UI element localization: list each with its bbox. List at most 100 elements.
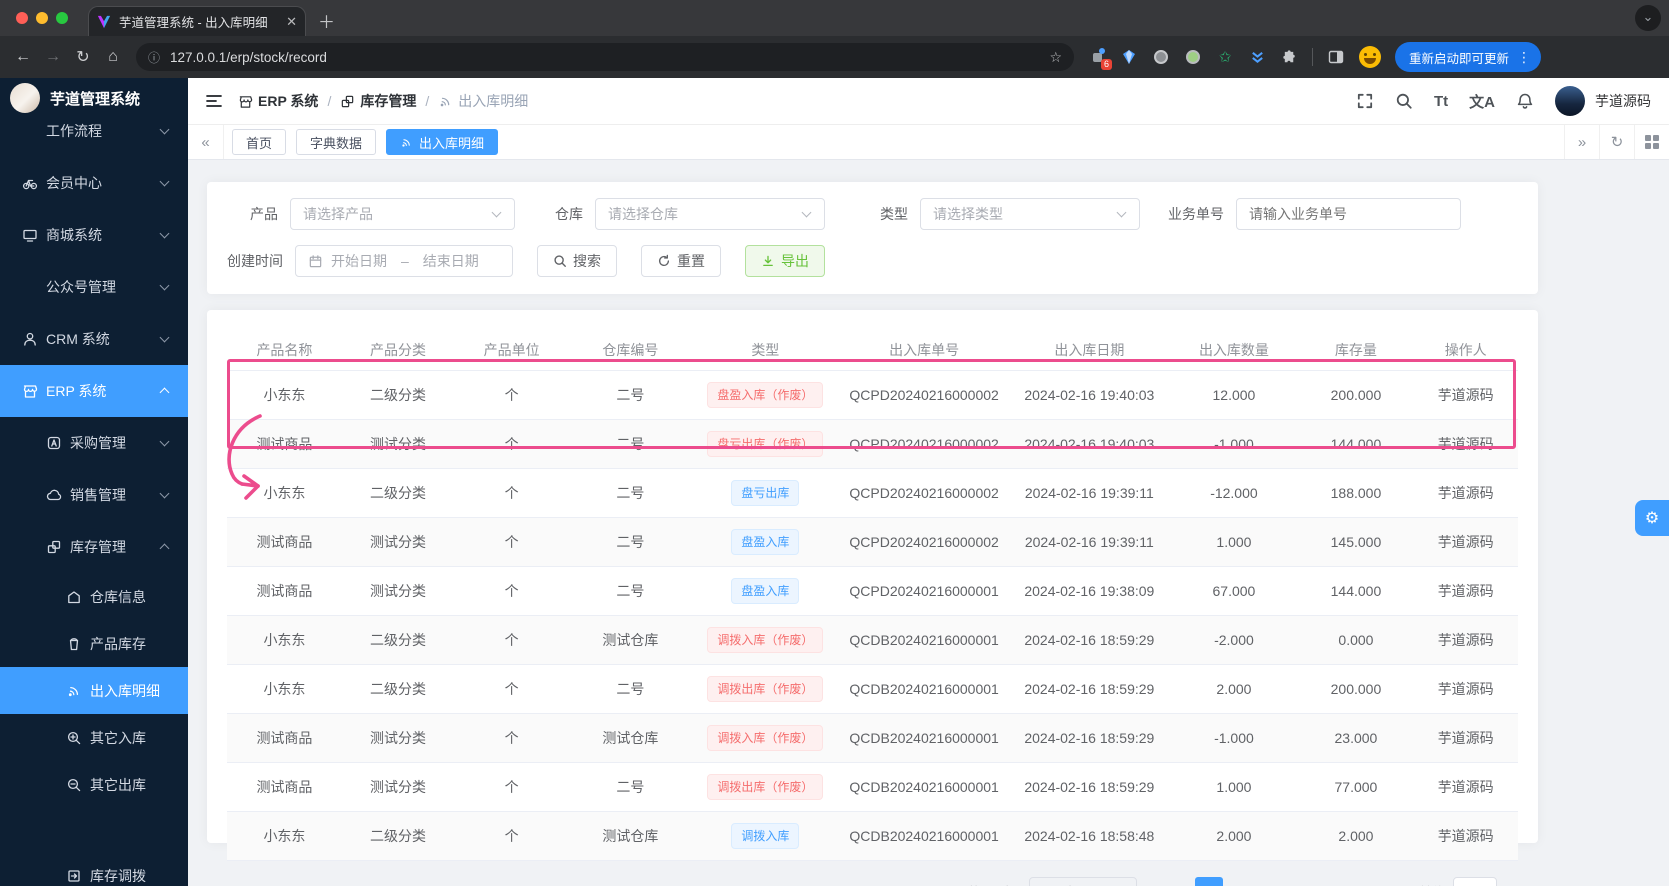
cell-category: 测试分类 [341, 419, 455, 469]
search-button[interactable]: 搜索 [537, 245, 617, 277]
extension-chevrons-icon[interactable] [1248, 48, 1266, 66]
notification-bell-icon[interactable] [1516, 92, 1534, 110]
warehouse-filter-label: 仓库 [555, 206, 583, 222]
page-button-1[interactable]: 1 [1194, 877, 1223, 886]
next-page-button[interactable]: › [1374, 877, 1403, 886]
window-controls[interactable] [16, 12, 68, 24]
purchase-icon [46, 435, 62, 451]
tags-layout-grid-icon[interactable] [1634, 125, 1669, 159]
extension-green-circle-icon[interactable] [1184, 48, 1202, 66]
browser-tab[interactable]: 芋道管理系统 - 出入库明细 ✕ [88, 6, 306, 36]
type-badge: 调拨入库 [731, 823, 800, 849]
gear-icon: ⚙ [1644, 510, 1660, 527]
sidebar-item-仓库信息[interactable]: 仓库信息 [0, 573, 188, 620]
home-icon[interactable]: ⌂ [98, 48, 128, 66]
forward-icon[interactable]: → [38, 48, 68, 66]
page-button-3[interactable]: 3 [1266, 877, 1295, 886]
url-text: 127.0.0.1/erp/stock/record [170, 49, 327, 65]
cell-type: 盘亏出库 [691, 468, 839, 518]
font-size-icon[interactable]: Tt [1434, 93, 1448, 110]
sidebar-item-公众号管理[interactable]: 公众号管理 [0, 261, 188, 313]
extension-kite-icon[interactable] [1120, 48, 1138, 66]
record-icon [66, 683, 82, 699]
browser-menu-kebab-icon[interactable]: ⋮ [1517, 49, 1531, 66]
side-panel-icon[interactable] [1327, 48, 1345, 66]
warehouse-select[interactable]: 请选择仓库 [595, 198, 825, 230]
cell-type: 盘盈入库（作废） [691, 370, 839, 420]
profile-avatar[interactable] [1359, 46, 1381, 68]
sidebar-item-label: 其它出库 [90, 776, 146, 793]
sidebar-item-产品库存[interactable]: 产品库存 [0, 620, 188, 667]
bizno-input[interactable] [1236, 198, 1461, 230]
sidebar-item-出入库明细[interactable]: 出入库明细 [0, 667, 188, 714]
sidebar-item-库存管理[interactable]: 库存管理 [0, 521, 188, 573]
breadcrumb-item[interactable]: 库存管理 [340, 91, 416, 111]
site-info-icon[interactable]: ⓘ [148, 49, 160, 66]
back-icon[interactable]: ← [8, 48, 38, 66]
cell-order_no: QCPD20240216000002 [838, 370, 1010, 420]
stock-record-table-panel: 产品名称 产品分类 产品单位 仓库编号 类型 出入库单号 出入库日期 出入库数量 库存量 操作人 … [207, 310, 1538, 886]
extension-green-star-icon[interactable]: ✩ [1216, 48, 1234, 66]
prev-page-button[interactable]: ‹ [1158, 877, 1187, 886]
sidebar-item-其它出库[interactable]: 其它出库 [0, 761, 188, 808]
sidebar-item-销售管理[interactable]: 销售管理 [0, 469, 188, 521]
page-button-4[interactable]: 4 [1302, 877, 1331, 886]
cell-qty: 2.000 [1169, 811, 1299, 861]
reset-button[interactable]: 重置 [641, 245, 721, 277]
bookmark-star-icon[interactable]: ☆ [1049, 49, 1062, 66]
icon-placeholder [22, 279, 38, 295]
export-button[interactable]: 导出 [745, 245, 825, 277]
column-header: 出入库单号 [838, 330, 1010, 371]
fullscreen-icon[interactable] [1356, 92, 1374, 110]
language-icon[interactable]: 文A [1469, 91, 1495, 112]
crm-icon [22, 331, 38, 347]
sidebar-item-会员中心[interactable]: 会员中心 [0, 157, 188, 209]
sidebar-item-商城系统[interactable]: 商城系统 [0, 209, 188, 261]
cell-unit: 个 [454, 811, 570, 861]
cell-date: 2024-02-16 19:40:03 [1009, 419, 1170, 469]
sidebar-item-CRM 系统[interactable]: CRM 系统 [0, 313, 188, 365]
tag-tab-字典数据[interactable]: 字典数据 [296, 129, 377, 155]
settings-gear-button[interactable]: ⚙ [1635, 500, 1669, 536]
sidebar-item-采购管理[interactable]: 采购管理 [0, 417, 188, 469]
cell-product: 测试商品 [227, 566, 342, 616]
product-select[interactable]: 请选择产品 [290, 198, 515, 230]
stock-in-icon [66, 730, 82, 746]
window-minimize-button[interactable] [36, 12, 48, 24]
sidebar-item-库存调拨[interactable]: 库存调拨 [0, 852, 188, 886]
extension-gray-circle-icon[interactable] [1152, 48, 1170, 66]
type-select[interactable]: 请选择类型 [920, 198, 1140, 230]
tags-scroll-right-icon[interactable]: » [1564, 125, 1599, 159]
tab-close-icon[interactable]: ✕ [286, 14, 297, 30]
breadcrumb-item[interactable]: ERP 系统 [238, 91, 318, 111]
cell-order_no: QCPD20240216000002 [838, 517, 1010, 567]
tag-tab-出入库明细[interactable]: 出入库明细 [386, 129, 499, 155]
cell-product: 测试商品 [227, 713, 342, 763]
username[interactable]: 芋道源码 [1595, 91, 1651, 111]
address-bar[interactable]: ⓘ 127.0.0.1/erp/stock/record ☆ [136, 43, 1074, 71]
cell-order_no: QCDB20240216000001 [838, 811, 1010, 861]
tag-tab-首页[interactable]: 首页 [232, 129, 287, 155]
collapse-menu-icon[interactable] [204, 91, 224, 111]
tab-search-chevron-icon[interactable]: ⌄ [1635, 5, 1661, 31]
sidebar-item-其它入库[interactable]: 其它入库 [0, 714, 188, 761]
page-size-select[interactable]: 10条/页 [1028, 877, 1137, 886]
page-button-5[interactable]: 5 [1338, 877, 1367, 886]
page-button-2[interactable]: 2 [1230, 877, 1259, 886]
tags-scroll-left-icon[interactable]: « [188, 125, 224, 159]
app-logo[interactable]: 芋道管理系统 [0, 78, 188, 118]
sidebar-item-ERP 系统[interactable]: ERP 系统 [0, 365, 188, 417]
tags-refresh-icon[interactable]: ↻ [1599, 125, 1634, 159]
reload-icon[interactable]: ↻ [68, 47, 98, 67]
search-icon[interactable] [1395, 92, 1413, 110]
window-zoom-button[interactable] [56, 12, 68, 24]
goto-page-input[interactable] [1452, 877, 1497, 886]
extension-tampermonkey-icon[interactable]: 6 [1088, 48, 1112, 70]
user-avatar[interactable] [1555, 86, 1585, 116]
date-range-picker[interactable]: 开始日期 – 结束日期 [295, 245, 513, 277]
extensions-puzzle-icon[interactable] [1280, 48, 1298, 66]
new-tab-button[interactable]: ＋ [318, 8, 335, 33]
chrome-update-button[interactable]: 重新启动即可更新 ⋮ [1395, 42, 1542, 72]
window-close-button[interactable] [16, 12, 28, 24]
cell-stock: 145.000 [1298, 517, 1414, 567]
